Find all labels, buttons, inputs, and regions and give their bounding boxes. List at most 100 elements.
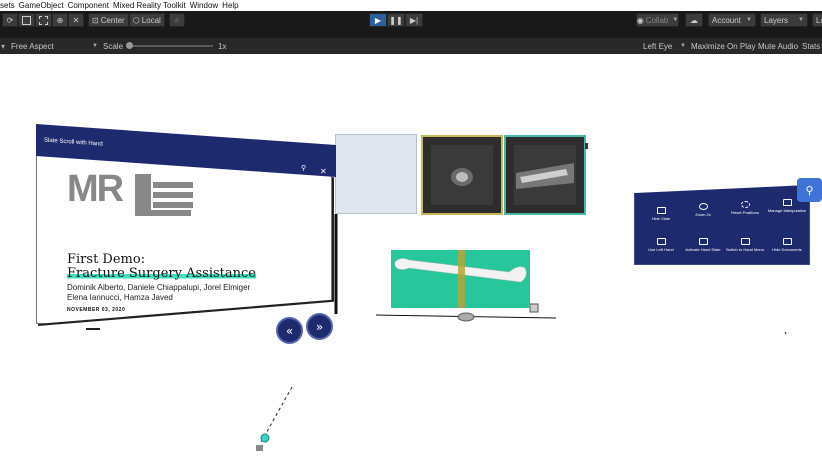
display-dropdown-arrow: ▾ [1, 41, 6, 51]
menu-mixed-reality-toolkit[interactable]: Mixed Reality Toolkit [113, 1, 186, 10]
scene-mark [784, 331, 787, 335]
image-tile-blank[interactable] [335, 134, 417, 214]
play-button[interactable]: ▶ [369, 13, 387, 27]
menu-assets[interactable]: sets [0, 1, 15, 10]
eye-label: Left Eye [643, 41, 673, 51]
manage-manipulation-label: Manage Manipulation [767, 208, 807, 213]
transform-tool-button[interactable]: ⊕ [52, 13, 68, 27]
menu-gameobject[interactable]: GameObject [19, 1, 64, 10]
ct-scan-image [431, 145, 493, 205]
activate-hand-slate-button[interactable]: Activate Hand Slate [683, 238, 723, 252]
mr-logo-text: MR [67, 168, 124, 210]
zoom-label: Zoom 2x [695, 212, 711, 217]
hand-slate-icon [698, 238, 708, 245]
scroll-previous-button[interactable]: « [276, 317, 303, 344]
tile-edge [585, 143, 588, 149]
bounds-handle [457, 312, 475, 322]
snap-button[interactable]: # [168, 13, 185, 27]
chevron-down-icon: ▼ [746, 17, 752, 23]
account-dropdown[interactable]: Account ▼ [708, 13, 756, 27]
use-left-hand-button[interactable]: Use Left Hand [641, 238, 681, 252]
demo-title-line1: First Demo: [67, 252, 146, 267]
scale-slider[interactable] [126, 42, 213, 49]
account-label: Account [712, 15, 741, 25]
authors-line1: Dominik Alberto, Daniele Chiappalupi, Jo… [67, 283, 251, 292]
hand-cursor [260, 433, 270, 443]
transform-tools: ⟳ ⊕ ✕ [2, 13, 84, 27]
bone-model [394, 250, 527, 308]
chevron-down-icon: ▼ [672, 17, 679, 23]
cloud-button[interactable]: ☁ [685, 13, 703, 27]
layers-label: Layers [764, 15, 789, 25]
main-toolbar: ⟳ ⊕ ✕ ⊡ Center ⬡ Local # ▶ ❚❚ ▶| ◉ Collab ▼ … [0, 11, 822, 29]
activate-hand-slate-label: Activate Hand Slate [685, 247, 721, 252]
collab-label: Collab [645, 15, 669, 25]
slate-panel[interactable]: MR First Demo: Fracture Surgery Assistan… [36, 151, 332, 324]
close-icon[interactable]: ✕ [320, 167, 330, 177]
custom-tool-button[interactable]: ✕ [68, 13, 84, 27]
pin-icon: ⚲ [805, 184, 814, 197]
hide-slate-label: Hide Slate [651, 216, 671, 221]
grid-snap-icon: # [174, 15, 180, 25]
pivot-controls: ⊡ Center ⬡ Local [88, 13, 165, 27]
pause-icon: ❚❚ [389, 15, 403, 25]
scale-tool-button[interactable] [18, 13, 35, 27]
menu-help[interactable]: Help [222, 1, 238, 10]
game-view-scene[interactable]: MR First Demo: Fracture Surgery Assistan… [0, 54, 822, 462]
hide-documents-button[interactable]: Hide Documents [767, 238, 807, 252]
pivot-label: Center [100, 15, 125, 25]
slate-base-shadow [86, 328, 100, 330]
aspect-label: Free Aspect [11, 41, 54, 51]
use-left-hand-label: Use Left Hand [648, 247, 674, 252]
toolbar-spacer [0, 29, 822, 38]
scale-value: 1x [218, 41, 227, 51]
image-tile-ct-scan[interactable] [421, 135, 503, 215]
chevron-double-left-icon: « [285, 323, 294, 338]
game-view-toolbar: ▾ Free Aspect ▼ Scale 1x Left Eye ▼ Maxi… [0, 38, 822, 54]
switch-to-hand-menu-label: Switch to Hand Menu [725, 247, 765, 252]
xray-image [514, 145, 576, 205]
hide-slate-button[interactable]: Hide Slate [641, 207, 681, 221]
pause-button[interactable]: ❚❚ [387, 13, 405, 27]
reset-icon [740, 201, 750, 208]
menu-window[interactable]: Window [190, 1, 218, 10]
chevron-double-right-icon: » [315, 319, 324, 334]
menu-component[interactable]: Component [68, 1, 109, 10]
menu-icon [740, 238, 750, 245]
rect-icon [39, 15, 48, 25]
transform-icon: ⊕ [56, 15, 64, 25]
pivot-center-button[interactable]: ⊡ Center [88, 13, 129, 27]
pin-icon[interactable]: ⚲ [301, 164, 313, 176]
bone-model-panel[interactable] [391, 250, 530, 308]
switch-to-hand-menu-button[interactable]: Switch to Hand Menu [725, 238, 765, 252]
hide-documents-label: Hide Documents [772, 247, 802, 252]
aspect-dropdown[interactable]: Free Aspect [11, 42, 54, 51]
bounds-corner-handle [529, 303, 539, 313]
collab-dropdown[interactable]: ◉ Collab ▼ [636, 13, 679, 27]
rotate-tool-button[interactable]: ⟳ [2, 13, 18, 27]
reset-positions-label: Reset Positions [731, 210, 759, 215]
step-button[interactable]: ▶| [405, 13, 423, 27]
cloud-icon: ☁ [690, 15, 698, 25]
pivot-local-button[interactable]: ⬡ Local [128, 13, 165, 27]
presentation-date: NOVEMBER 03, 2020 [67, 307, 126, 313]
image-tile-xray[interactable] [504, 135, 586, 215]
mute-audio-toggle[interactable]: Mute Audio [758, 42, 798, 51]
rect-tool-button[interactable] [35, 13, 52, 27]
zoom-button[interactable]: Zoom 2x [683, 203, 723, 217]
scale-icon [22, 15, 31, 25]
hand-menu-pin-button[interactable]: ⚲ [797, 178, 822, 202]
eye-dropdown[interactable]: Left Eye [643, 42, 672, 51]
demo-title-line2: Fracture Surgery Assistance [67, 266, 256, 281]
maximize-on-play-toggle[interactable]: Maximize On Play [691, 42, 755, 51]
manipulation-icon [782, 199, 792, 206]
reset-positions-button[interactable]: Reset Positions [725, 201, 765, 215]
scale-slider-handle[interactable] [126, 42, 133, 49]
stats-toggle[interactable]: Stats [802, 42, 820, 51]
layout-dropdown[interactable]: La [812, 13, 822, 27]
chevron-down-icon: ▼ [92, 43, 98, 49]
layers-dropdown[interactable]: Layers ▼ [760, 13, 808, 27]
scroll-next-button[interactable]: » [306, 313, 333, 340]
hand-icon [656, 238, 666, 245]
center-icon: ⊡ [92, 15, 99, 25]
